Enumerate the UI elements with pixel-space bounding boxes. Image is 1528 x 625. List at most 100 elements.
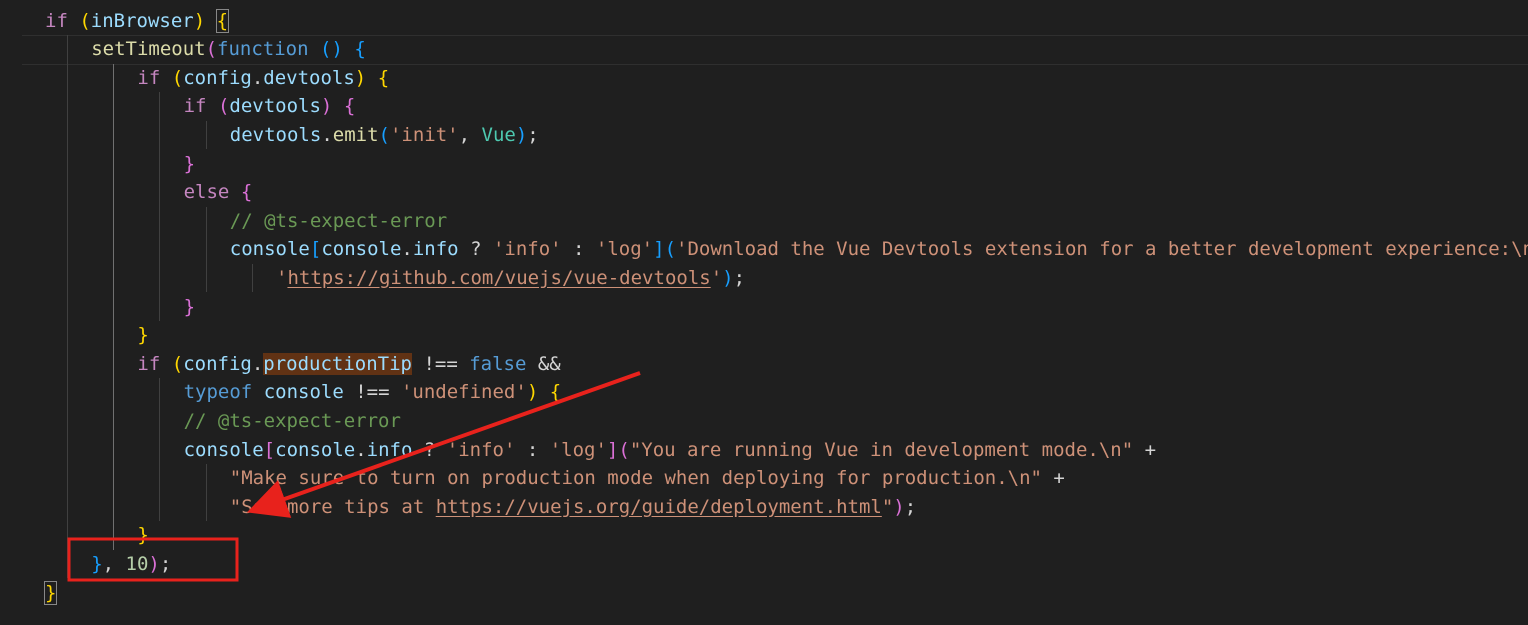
code-token: . <box>401 238 413 261</box>
code-token: 10 <box>125 552 149 575</box>
code-line[interactable]: } <box>43 579 58 608</box>
code-line[interactable]: } <box>137 521 148 550</box>
code-line[interactable]: console[console.info ? 'info' : 'log']("… <box>184 436 1156 465</box>
code-line[interactable]: console[console.info ? 'info' : 'log']('… <box>230 235 1528 264</box>
code-token: ( <box>171 66 184 89</box>
code-token: ; <box>159 552 172 575</box>
code-token: ) <box>893 495 905 518</box>
code-token: 'Download the Vue Devtools extension for… <box>676 238 1528 261</box>
code-token: ? <box>458 238 493 261</box>
code-token: ? <box>412 438 447 461</box>
indent-guide <box>159 378 161 522</box>
code-token: ) <box>354 66 367 89</box>
code-token: "Make sure to turn on production mode wh… <box>229 467 1042 490</box>
code-token: } <box>137 324 149 347</box>
code-line[interactable]: } <box>184 293 195 322</box>
code-line[interactable]: if (config.devtools) { <box>137 64 389 93</box>
code-token: ( <box>217 95 230 118</box>
code-token: ) <box>193 9 206 32</box>
code-line[interactable]: else { <box>184 178 253 207</box>
code-token: if <box>137 66 161 89</box>
code-token: } <box>91 552 103 575</box>
code-token: . <box>321 123 333 146</box>
code-token: [ <box>263 438 276 461</box>
code-token: function <box>217 38 309 61</box>
code-token: inBrowser <box>90 9 194 32</box>
code-token: false <box>469 352 527 375</box>
code-token: devtools <box>229 95 321 118</box>
code-token: 'info' <box>446 438 516 461</box>
code-line[interactable]: 'https://github.com/vuejs/vue-devtools')… <box>276 264 745 293</box>
code-token: setTimeout <box>91 38 206 61</box>
code-token: Vue <box>481 123 516 146</box>
code-token: console <box>183 438 264 461</box>
code-token: && <box>526 352 561 375</box>
code-token: : <box>561 238 596 261</box>
code-token: { <box>377 66 390 89</box>
code-token: "You are running Vue in development mode… <box>629 438 1134 461</box>
indent-guide <box>205 464 207 522</box>
code-token: !== <box>343 381 401 404</box>
code-token: " <box>881 495 894 518</box>
code-token: if <box>137 352 161 375</box>
code-line[interactable]: }, 10); <box>91 550 171 579</box>
code-line[interactable]: "Make sure to turn on production mode wh… <box>230 464 1065 493</box>
code-token: "See more tips at <box>229 495 436 518</box>
code-link[interactable]: https://vuejs.org/guide/deployment.html <box>436 496 882 518</box>
code-token: ( <box>378 123 390 146</box>
code-token: 'log' <box>595 238 654 261</box>
code-token: 'log' <box>549 438 607 461</box>
code-token: console <box>229 238 310 261</box>
code-token: [ <box>309 238 322 261</box>
code-token: console <box>275 438 356 461</box>
code-editor[interactable]: if (inBrowser) {setTimeout(function () {… <box>0 0 1528 625</box>
code-token: // @ts-expect-error <box>183 409 401 432</box>
code-line[interactable]: "See more tips at https://vuejs.org/guid… <box>230 493 916 522</box>
code-line[interactable]: // @ts-expect-error <box>184 407 401 436</box>
code-line[interactable]: typeof console !== 'undefined') { <box>184 378 562 407</box>
code-token: ) <box>526 381 539 404</box>
code-line[interactable]: // @ts-expect-error <box>230 207 447 236</box>
code-token: typeof <box>183 381 253 404</box>
code-token: ( <box>664 238 677 261</box>
code-line[interactable]: if (config.productionTip !== false && <box>137 350 561 379</box>
code-token: . <box>251 352 264 375</box>
indent-guide <box>113 63 115 550</box>
indent-guide <box>205 206 207 293</box>
code-token: ; <box>527 123 539 146</box>
code-token: , <box>102 552 126 575</box>
code-token: ) <box>515 123 528 146</box>
code-line[interactable]: setTimeout(function () { <box>91 35 366 64</box>
code-token: ] <box>653 238 665 261</box>
code-line[interactable]: } <box>137 321 148 350</box>
code-token: } <box>43 580 58 605</box>
code-line[interactable]: devtools.emit('init', Vue); <box>230 121 539 150</box>
code-token: } <box>137 524 149 547</box>
code-token: 'info' <box>492 238 562 261</box>
code-token: , <box>458 123 482 146</box>
code-token: ' <box>710 266 723 289</box>
code-line[interactable]: } <box>184 150 195 179</box>
code-token: emit <box>332 123 379 146</box>
code-token: info <box>412 238 459 261</box>
code-token: { <box>240 181 253 204</box>
code-token: devtools <box>229 123 322 146</box>
code-line[interactable]: if (devtools) { <box>184 92 356 121</box>
code-token: () <box>320 38 343 61</box>
code-token: ] <box>606 438 619 461</box>
code-line[interactable]: if (inBrowser) { <box>45 7 230 36</box>
code-token: console <box>321 238 402 261</box>
code-token: config <box>183 66 252 89</box>
code-link[interactable]: https://github.com/vuejs/vue-devtools <box>287 267 710 289</box>
code-token: ( <box>205 38 218 61</box>
code-token: // @ts-expect-error <box>229 209 448 232</box>
code-token: devtools <box>263 66 355 89</box>
code-token: else <box>183 181 230 204</box>
